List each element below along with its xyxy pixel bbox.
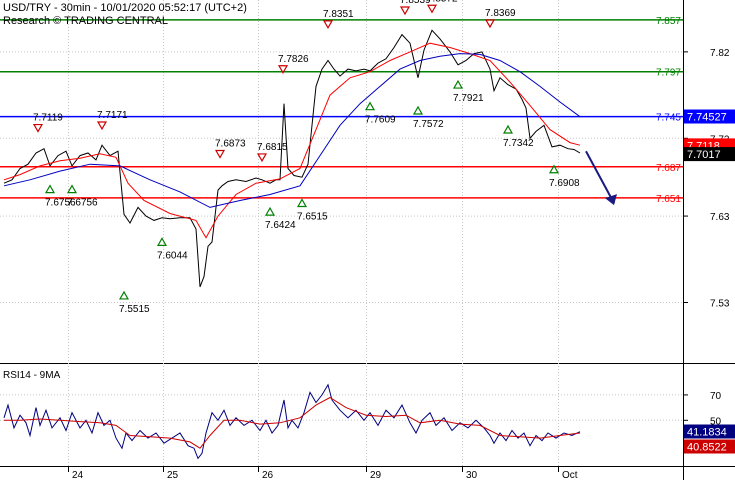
rsi-ma-line (4, 396, 581, 449)
peak-label: 7.7826 (278, 54, 309, 65)
trough-label: 7.6756 (67, 198, 98, 209)
trough-label: 7.7342 (503, 138, 534, 149)
peak-label: 7.7171 (97, 110, 128, 121)
resistance-tag: 7.74527 (687, 112, 727, 124)
trough-label: 7.5515 (119, 304, 150, 315)
x-tick-label: 26 (262, 470, 274, 480)
trough-label: 7.7921 (453, 93, 484, 104)
chart-source: Research © TRADING CENTRAL (3, 15, 168, 27)
rsi-ma-value-tag: 40.8522 (687, 442, 727, 454)
trough-label: 7.7609 (365, 115, 396, 126)
peak-label: 7.7119 (33, 113, 63, 124)
x-tick-label: 30 (466, 470, 478, 480)
peak-label: 7.8369 (485, 8, 516, 19)
trough-label: 7.7572 (413, 119, 444, 130)
peak-label: 7.6873 (215, 138, 246, 149)
y-tick-label: 7.53 (710, 299, 730, 310)
level-label: 7.651 (656, 194, 681, 205)
chart-root: 2425262930Oct7.537.637.727.827.8577.7977… (0, 0, 735, 481)
trough-label: 7.6515 (297, 211, 328, 222)
x-tick-label: 24 (72, 470, 84, 480)
price-tag: 7.7017 (687, 149, 721, 161)
trough-label: 7.6908 (549, 178, 580, 189)
trough-label: 7.6044 (157, 250, 188, 261)
level-label: 7.857 (656, 16, 681, 27)
peak-label: 7.8572 (427, 0, 458, 4)
rsi-tick-label: 70 (710, 391, 722, 402)
level-label: 7.745 (656, 113, 681, 124)
main-chart: 2425262930Oct7.537.637.727.827.8577.7977… (0, 0, 735, 481)
chart-title: USD/TRY - 30min - 10/01/2020 05:52:17 (U… (3, 2, 247, 14)
peak-label: 7.8351 (323, 9, 354, 20)
x-tick-label: 29 (370, 470, 382, 480)
x-tick-label: 25 (167, 470, 179, 480)
trough-label: 7.6424 (265, 220, 296, 231)
rsi-value-tag: 41.1834 (687, 427, 727, 439)
peak-label: 7.6815 (257, 142, 288, 153)
rsi-line (3, 383, 581, 460)
level-label: 7.687 (656, 163, 681, 174)
main-panel (0, 0, 735, 363)
rsi-label: RSI14 - 9MA (3, 370, 61, 381)
x-tick-label: Oct (562, 470, 578, 480)
y-tick-label: 7.63 (710, 212, 730, 223)
y-tick-label: 7.82 (710, 48, 730, 59)
level-label: 7.797 (656, 68, 681, 79)
